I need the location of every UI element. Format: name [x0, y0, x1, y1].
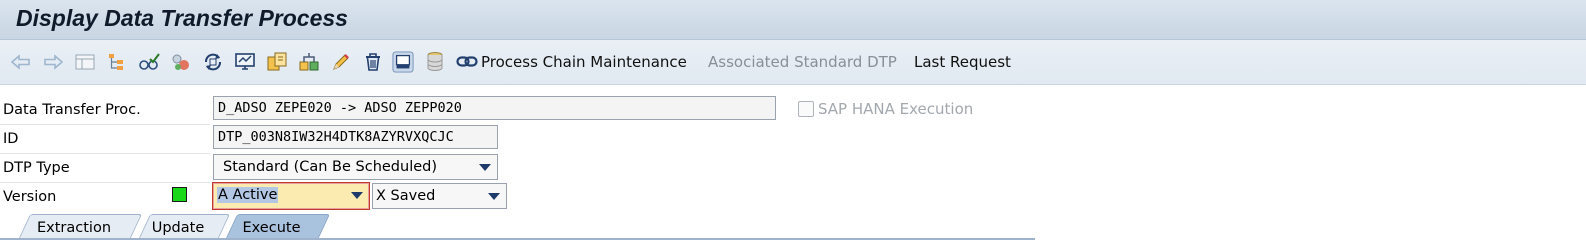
id-label: ID: [3, 131, 19, 147]
associated-standard-dtp-button[interactable]: Associated Standard DTP: [708, 52, 897, 72]
process-chain-maintenance-button[interactable]: Process Chain Maintenance: [481, 52, 687, 72]
activate-refresh-icon[interactable]: [202, 51, 224, 73]
row-divider: [0, 153, 210, 154]
database-icon[interactable]: [424, 51, 446, 73]
dtp-name-field[interactable]: D_ADSO ZEPE020 -> ADSO ZEPP020: [213, 96, 776, 120]
tab-baseline: [0, 238, 1035, 240]
check-glasses-icon[interactable]: [138, 51, 160, 73]
version-select[interactable]: A Active: [212, 182, 370, 210]
dtp-id-field[interactable]: DTP_003N8IW32H4DTK8AZYRVXQCJC: [213, 125, 498, 149]
sap-hana-execution-checkbox[interactable]: [798, 101, 814, 117]
tab-execute[interactable]: Execute: [225, 214, 331, 240]
transport-icon[interactable]: [392, 51, 414, 73]
where-used-icon[interactable]: [298, 51, 320, 73]
tab-label: Extraction: [36, 220, 112, 236]
application-toolbar: Process Chain Maintenance Associated Sta…: [0, 40, 1586, 85]
chevron-down-icon[interactable]: [479, 164, 491, 171]
dtp-type-label: DTP Type: [3, 160, 70, 176]
saved-select[interactable]: X Saved: [372, 183, 507, 209]
dtp-label: Data Transfer Proc.: [3, 102, 141, 118]
delete-trash-icon[interactable]: [362, 51, 384, 73]
row-divider: [0, 124, 210, 125]
version-label: Version: [3, 189, 57, 205]
tab-label: Update: [151, 220, 205, 236]
version-value: A Active: [217, 187, 279, 203]
object-network-icon[interactable]: [170, 51, 192, 73]
tab-extraction[interactable]: Extraction: [18, 214, 143, 240]
dtp-type-value: Standard (Can Be Scheduled): [223, 159, 438, 175]
dtp-type-select[interactable]: Standard (Can Be Scheduled): [213, 154, 498, 180]
page-title: Display Data Transfer Process: [16, 5, 348, 31]
tab-update[interactable]: Update: [138, 214, 231, 240]
last-request-button[interactable]: Last Request: [914, 52, 1011, 72]
chevron-down-icon[interactable]: [488, 193, 500, 200]
tab-label: Execute: [242, 220, 301, 236]
sap-hana-execution-label: SAP HANA Execution: [818, 100, 974, 118]
row-divider: [0, 182, 210, 183]
list-display-icon[interactable]: [74, 51, 96, 73]
forward-arrow-icon[interactable]: [42, 51, 64, 73]
back-arrow-icon[interactable]: [10, 51, 32, 73]
process-chain-link-icon[interactable]: [456, 51, 478, 73]
title-bar: Display Data Transfer Process: [0, 0, 1586, 40]
monitor-icon[interactable]: [234, 51, 256, 73]
copy-objects-icon[interactable]: [266, 51, 288, 73]
chevron-down-icon[interactable]: [351, 192, 363, 199]
saved-value: X Saved: [376, 188, 436, 204]
version-status-icon: [172, 187, 187, 202]
edit-pencil-icon[interactable]: [330, 51, 352, 73]
hierarchy-icon[interactable]: [106, 51, 128, 73]
